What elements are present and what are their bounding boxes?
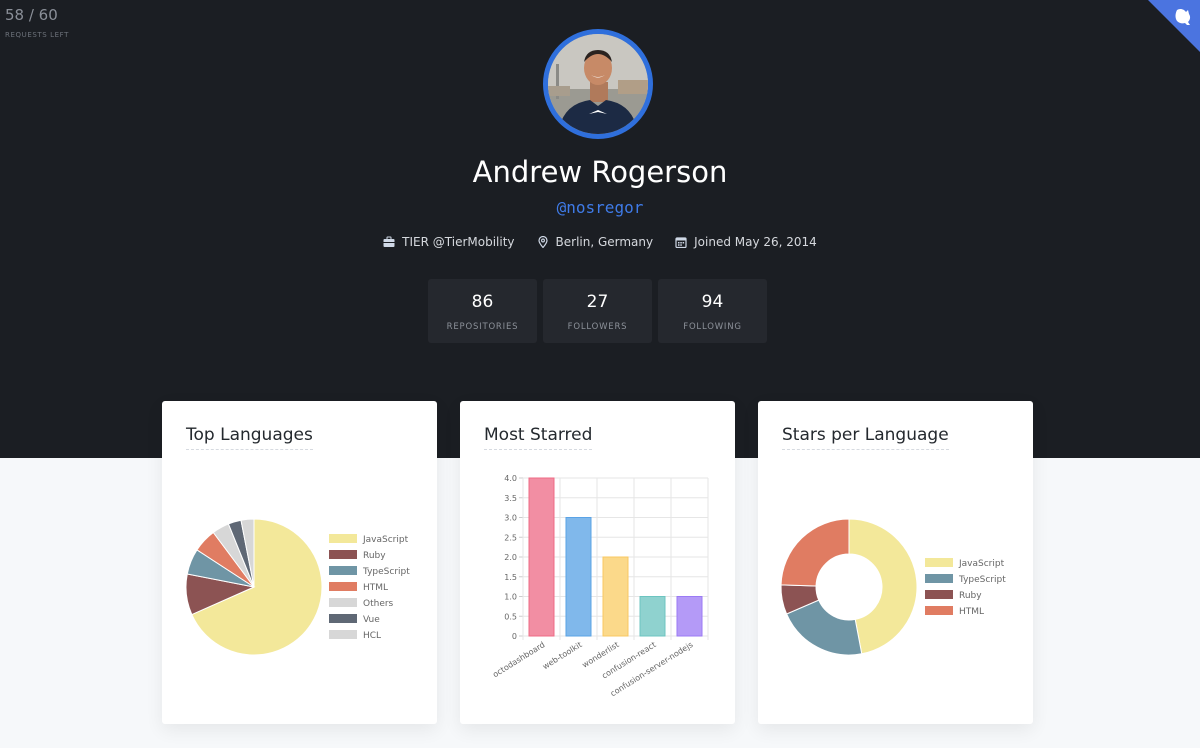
github-corner-icon[interactable]: [1148, 0, 1200, 52]
calendar-icon: [675, 237, 687, 248]
location-label: Berlin, Germany: [555, 235, 654, 249]
y-tick-label: 2.5: [504, 533, 517, 542]
company-meta: TIER @TierMobility: [383, 235, 515, 249]
profile-meta: TIER @TierMobility Berlin, Germany Joine…: [0, 235, 1200, 249]
legend-swatch: [329, 534, 357, 543]
top-languages-card: JavaScript Ruby TypeScript HTML Others Vue HCL…: [162, 401, 437, 724]
card-title: Top Languages: [186, 425, 313, 450]
card-title: Stars per Language: [782, 425, 949, 450]
stat-value: 27: [586, 292, 609, 312]
legend-swatch: [329, 630, 357, 639]
legend-swatch: [925, 558, 953, 567]
stars-per-language-card: JavaScript TypeScript Ruby HTML Stars per L…: [758, 401, 1033, 724]
legend-label: Ruby: [959, 591, 982, 601]
legend-swatch: [925, 590, 953, 599]
legend-swatch: [329, 582, 357, 591]
legend-label: HTML: [959, 607, 984, 617]
bar-wonderlist[interactable]: [602, 556, 629, 637]
profile-handle-link[interactable]: @nosregor: [0, 198, 1200, 217]
location-meta: Berlin, Germany: [537, 235, 654, 249]
x-tick-label: octodashboard: [491, 640, 546, 679]
joined-meta: Joined May 26, 2014: [675, 235, 817, 249]
legend-swatch: [925, 606, 953, 615]
stat-repositories: 86 REPOSITORIES: [428, 279, 537, 343]
bar-web-toolkit[interactable]: [565, 517, 592, 637]
legend-swatch: [329, 614, 357, 623]
legend-label: TypeScript: [958, 575, 1006, 585]
bar-confusion-server-nodejs[interactable]: [676, 596, 703, 637]
stat-value: 94: [701, 292, 724, 312]
y-tick-label: 4.0: [504, 474, 517, 483]
rate-limit-label: REQUESTS LEFT: [5, 31, 70, 39]
legend-label: Vue: [363, 615, 380, 625]
y-tick-label: 2.0: [504, 553, 517, 562]
y-tick-label: 3.5: [504, 494, 517, 503]
briefcase-icon: [383, 236, 395, 247]
avatar-photo: [548, 34, 648, 134]
stat-label: FOLLOWING: [683, 322, 742, 332]
legend-label: JavaScript: [362, 535, 409, 545]
legend-label: TypeScript: [362, 567, 410, 577]
legend-label: Ruby: [363, 551, 386, 561]
y-tick-label: 1.5: [504, 573, 517, 582]
avatar: [543, 29, 653, 139]
pie-slice-html[interactable]: [780, 518, 850, 587]
y-tick-label: 0: [512, 632, 517, 641]
legend-label: Others: [363, 599, 394, 609]
y-tick-label: 0.5: [504, 612, 517, 621]
rate-limit: 58 / 60 REQUESTS LEFT: [5, 6, 69, 39]
stat-followers: 27 FOLLOWERS: [543, 279, 652, 343]
legend-label: JavaScript: [958, 559, 1005, 569]
card-title: Most Starred: [484, 425, 593, 450]
pie-slice-javascript[interactable]: [848, 518, 918, 655]
stat-value: 86: [471, 292, 494, 312]
rate-limit-value: 58 / 60: [5, 6, 58, 24]
stat-label: REPOSITORIES: [446, 322, 519, 332]
profile-name: Andrew Rogerson: [472, 155, 728, 189]
stat-following: 94 FOLLOWING: [658, 279, 767, 343]
most-starred-card: 0 0.5 1.0 1.5 2.0 2.5 3.0 3.5 4.0 octodashboard we…: [460, 401, 735, 724]
y-tick-label: 3.0: [504, 514, 517, 523]
legend-swatch: [329, 566, 357, 575]
company-label: TIER @TierMobility: [402, 235, 515, 249]
profile-header: 58 / 60 REQUESTS LEFT Andrew Rogerson @n…: [0, 0, 1200, 458]
x-tick-label: web-toolkit: [541, 640, 584, 671]
legend-swatch: [925, 574, 953, 583]
stats-row: 86 REPOSITORIES 27 FOLLOWERS 94 FOLLOWIN…: [428, 279, 767, 343]
stat-label: FOLLOWERS: [567, 322, 628, 332]
legend-label: HTML: [363, 583, 388, 593]
legend-label: HCL: [363, 631, 381, 641]
legend-swatch: [329, 550, 357, 559]
bar-octodashboard[interactable]: [528, 477, 555, 637]
joined-label: Joined May 26, 2014: [694, 235, 817, 249]
y-tick-label: 1.0: [504, 593, 517, 602]
map-pin-icon: [537, 236, 548, 248]
legend-swatch: [329, 598, 357, 607]
bar-confusion-react[interactable]: [639, 596, 666, 637]
